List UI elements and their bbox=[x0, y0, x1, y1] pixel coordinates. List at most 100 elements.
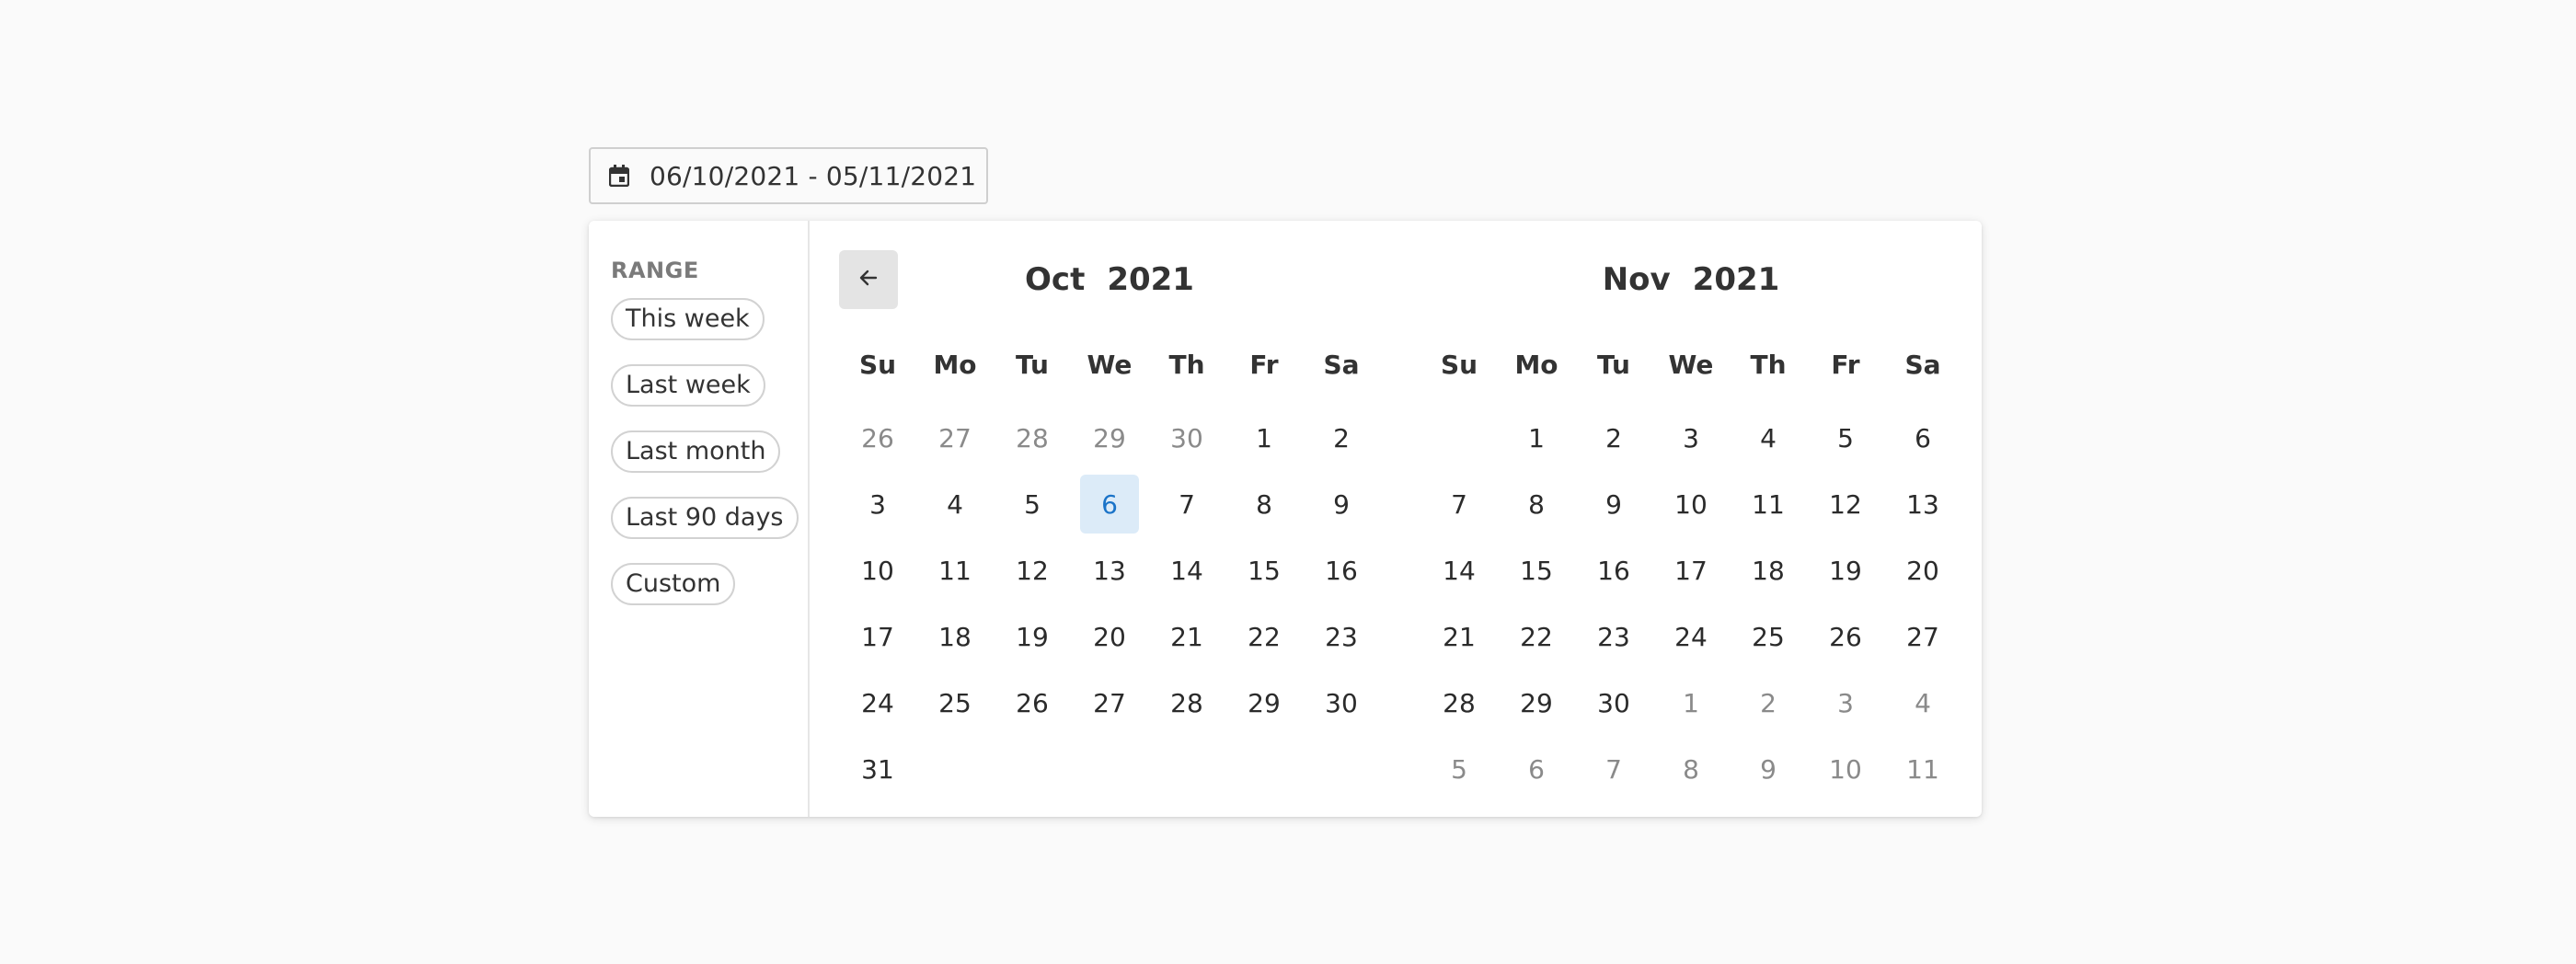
day-cell[interactable]: 12 bbox=[1807, 471, 1884, 537]
day-number: 6 bbox=[1080, 475, 1139, 534]
day-cell[interactable]: 15 bbox=[1498, 537, 1575, 603]
day-cell[interactable]: 6 bbox=[1498, 736, 1575, 802]
day-cell[interactable]: 10 bbox=[1652, 471, 1730, 537]
day-number: 4 bbox=[947, 488, 963, 520]
day-cell[interactable]: 4 bbox=[916, 471, 994, 537]
day-grid-left: Su Mo Tu We Th Fr Sa 26 27 28 29 30 1 2 3 4 5 6 7 8 9 10 11 12 1… bbox=[839, 339, 1380, 802]
day-cell[interactable]: 5 bbox=[1420, 736, 1498, 802]
day-cell[interactable]: 9 bbox=[1730, 736, 1807, 802]
day-cell[interactable]: 16 bbox=[1575, 537, 1652, 603]
day-cell[interactable]: 22 bbox=[1225, 603, 1303, 670]
day-cell[interactable]: 1 bbox=[1652, 670, 1730, 736]
day-cell[interactable]: 27 bbox=[916, 405, 994, 471]
day-cell[interactable]: 7 bbox=[1575, 736, 1652, 802]
day-cell[interactable]: 6 bbox=[1884, 405, 1961, 471]
day-cell[interactable]: 27 bbox=[1071, 670, 1148, 736]
day-cell[interactable]: 26 bbox=[839, 405, 916, 471]
day-cell[interactable]: 15 bbox=[1225, 537, 1303, 603]
day-cell[interactable]: 30 bbox=[1303, 670, 1380, 736]
previous-month-button[interactable] bbox=[839, 250, 898, 309]
day-number: 28 bbox=[1016, 422, 1049, 453]
day-cell[interactable]: 14 bbox=[1420, 537, 1498, 603]
day-cell[interactable]: 5 bbox=[994, 471, 1071, 537]
day-cell[interactable]: 23 bbox=[1303, 603, 1380, 670]
day-cell[interactable]: 18 bbox=[1730, 537, 1807, 603]
weekday-header: Sa bbox=[1323, 349, 1360, 380]
day-cell[interactable]: 30 bbox=[1575, 670, 1652, 736]
day-cell[interactable]: 1 bbox=[1498, 405, 1575, 471]
day-cell[interactable]: 27 bbox=[1884, 603, 1961, 670]
day-cell[interactable]: 11 bbox=[1884, 736, 1961, 802]
day-cell[interactable]: 3 bbox=[839, 471, 916, 537]
day-cell[interactable]: 11 bbox=[916, 537, 994, 603]
day-cell[interactable]: 21 bbox=[1148, 603, 1225, 670]
day-cell[interactable]: 11 bbox=[1730, 471, 1807, 537]
day-number: 21 bbox=[1170, 621, 1203, 652]
day-cell[interactable]: 17 bbox=[1652, 537, 1730, 603]
day-cell[interactable]: 26 bbox=[1807, 603, 1884, 670]
day-cell[interactable]: 29 bbox=[1498, 670, 1575, 736]
day-cell[interactable]: 10 bbox=[839, 537, 916, 603]
day-cell[interactable]: 9 bbox=[1575, 471, 1652, 537]
day-cell[interactable]: 14 bbox=[1148, 537, 1225, 603]
day-cell[interactable]: 26 bbox=[994, 670, 1071, 736]
day-cell[interactable]: 20 bbox=[1884, 537, 1961, 603]
day-cell[interactable]: 19 bbox=[1807, 537, 1884, 603]
day-number: 23 bbox=[1325, 621, 1358, 652]
day-cell[interactable]: 2 bbox=[1303, 405, 1380, 471]
day-cell[interactable]: 31 bbox=[839, 736, 916, 802]
day-cell[interactable]: 28 bbox=[1420, 670, 1498, 736]
day-cell[interactable]: 22 bbox=[1498, 603, 1575, 670]
day-cell[interactable]: 24 bbox=[839, 670, 916, 736]
day-cell[interactable]: 9 bbox=[1303, 471, 1380, 537]
day-cell[interactable]: 3 bbox=[1807, 670, 1884, 736]
day-cell[interactable]: 28 bbox=[994, 405, 1071, 471]
day-cell[interactable]: 1 bbox=[1225, 405, 1303, 471]
day-cell[interactable]: 20 bbox=[1071, 603, 1148, 670]
day-cell[interactable]: 21 bbox=[1420, 603, 1498, 670]
day-cell[interactable]: 19 bbox=[994, 603, 1071, 670]
day-cell[interactable]: 4 bbox=[1884, 670, 1961, 736]
day-number: 30 bbox=[1170, 422, 1203, 453]
day-cell[interactable]: 7 bbox=[1420, 471, 1498, 537]
day-cell[interactable]: 30 bbox=[1148, 405, 1225, 471]
day-number: 20 bbox=[1093, 621, 1126, 652]
day-cell[interactable]: 4 bbox=[1730, 405, 1807, 471]
day-cell[interactable]: 13 bbox=[1884, 471, 1961, 537]
range-last-week-button[interactable]: Last week bbox=[611, 364, 765, 407]
day-cell[interactable]: 17 bbox=[839, 603, 916, 670]
day-cell[interactable]: 29 bbox=[1071, 405, 1148, 471]
day-cell[interactable]: 23 bbox=[1575, 603, 1652, 670]
day-cell[interactable]: 10 bbox=[1807, 736, 1884, 802]
day-number: 27 bbox=[938, 422, 972, 453]
day-cell[interactable]: 7 bbox=[1148, 471, 1225, 537]
range-last-90-days-button[interactable]: Last 90 days bbox=[611, 497, 799, 539]
month-year: 2021 bbox=[1107, 261, 1194, 298]
day-cell[interactable]: 8 bbox=[1652, 736, 1730, 802]
day-cell[interactable]: 28 bbox=[1148, 670, 1225, 736]
day-cell[interactable]: 24 bbox=[1652, 603, 1730, 670]
day-cell[interactable]: 29 bbox=[1225, 670, 1303, 736]
day-cell[interactable]: 2 bbox=[1730, 670, 1807, 736]
date-range-input[interactable]: 06/10/2021 - 05/11/2021 bbox=[589, 147, 988, 204]
day-number: 23 bbox=[1597, 621, 1630, 652]
range-this-week-button[interactable]: This week bbox=[611, 298, 765, 340]
day-cell[interactable]: 16 bbox=[1303, 537, 1380, 603]
day-cell[interactable]: 8 bbox=[1225, 471, 1303, 537]
day-cell[interactable]: 2 bbox=[1575, 405, 1652, 471]
day-cell[interactable]: 8 bbox=[1498, 471, 1575, 537]
range-last-month-button[interactable]: Last month bbox=[611, 430, 781, 473]
day-cell[interactable]: 12 bbox=[994, 537, 1071, 603]
day-cell[interactable]: 13 bbox=[1071, 537, 1148, 603]
day-number: 5 bbox=[1837, 422, 1854, 453]
day-cell[interactable]: 25 bbox=[916, 670, 994, 736]
day-number: 13 bbox=[1093, 555, 1126, 586]
day-cell-selected[interactable]: 6 bbox=[1071, 471, 1148, 537]
range-custom-button[interactable]: Custom bbox=[611, 563, 736, 605]
day-cell[interactable]: 5 bbox=[1807, 405, 1884, 471]
day-cell[interactable]: 18 bbox=[916, 603, 994, 670]
day-cell[interactable]: 3 bbox=[1652, 405, 1730, 471]
day-cell[interactable]: 25 bbox=[1730, 603, 1807, 670]
weekday-header: Fr bbox=[1831, 349, 1860, 380]
day-number: 1 bbox=[1256, 422, 1272, 453]
